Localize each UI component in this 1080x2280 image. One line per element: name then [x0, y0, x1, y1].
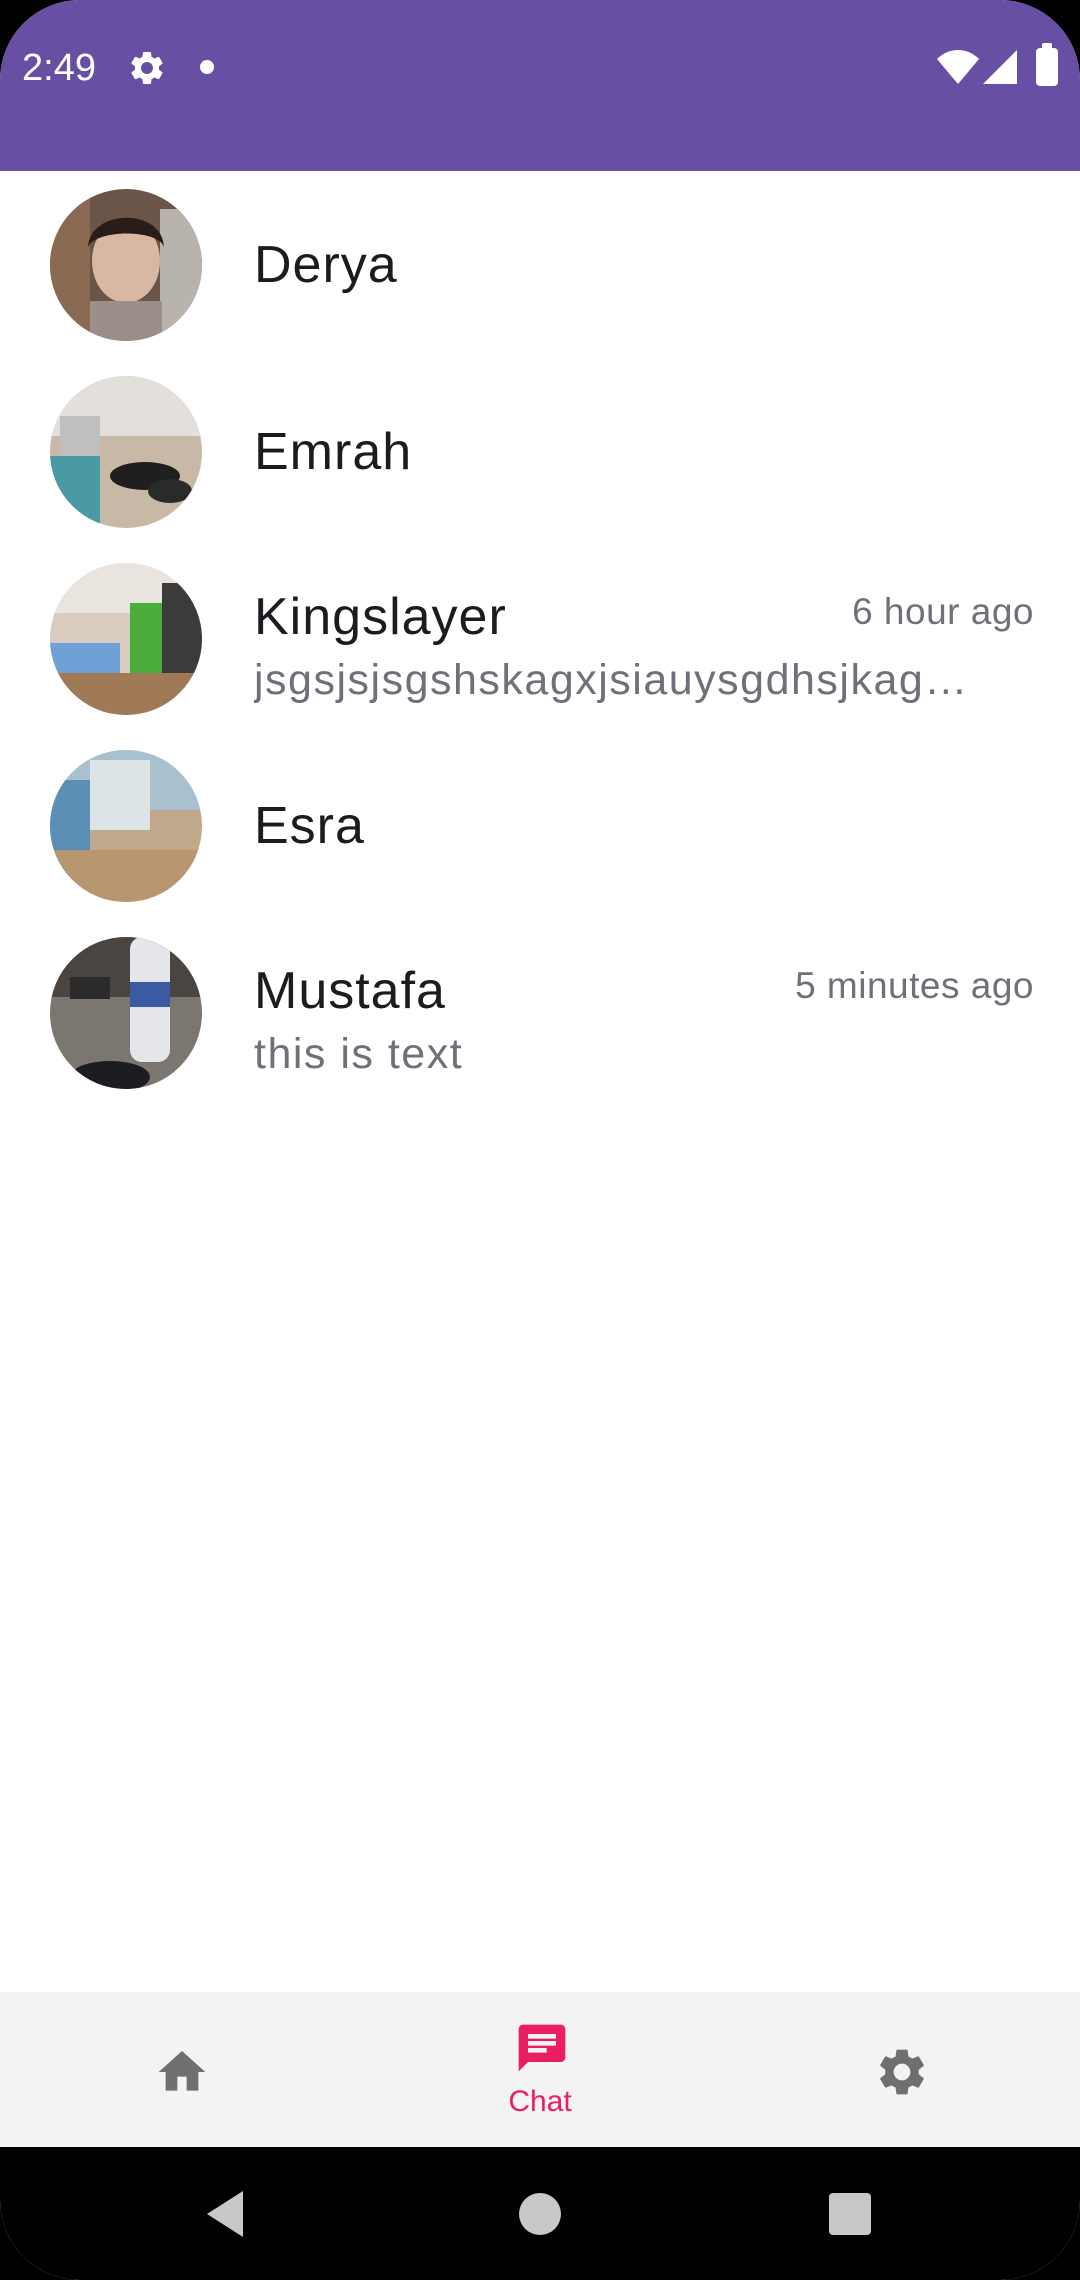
status-bar: 2:49: [0, 0, 1080, 171]
chat-list-item[interactable]: Emrah: [0, 358, 1080, 545]
battery-icon: [1036, 43, 1058, 86]
chat-timestamp: 5 minutes ago: [795, 965, 1034, 1006]
nav-tab-chat[interactable]: Chat: [360, 1992, 720, 2147]
status-time: 2:49: [22, 47, 96, 89]
system-navigation-bar: [0, 2147, 1080, 2280]
chat-list-item[interactable]: Kingslayer 6 hour ago jsgsjsjsgshskagxjs…: [0, 545, 1080, 732]
chat-list-item[interactable]: Esra: [0, 732, 1080, 919]
nav-label-chat: Chat: [508, 2085, 572, 2118]
chat-timestamp: 6 hour ago: [852, 591, 1034, 632]
avatar: [50, 750, 202, 902]
settings-icon: [880, 2049, 924, 2095]
home-circle-icon[interactable]: [519, 2193, 561, 2235]
recents-icon[interactable]: [829, 2193, 871, 2235]
chat-name: Emrah: [254, 423, 413, 481]
avatar: [50, 376, 202, 528]
nav-tab-settings[interactable]: [720, 1992, 1080, 2147]
gear-icon: [131, 51, 163, 84]
notification-dot-icon: [200, 60, 214, 74]
chat-list-item[interactable]: Mustafa 5 minutes ago this is text: [0, 919, 1080, 1106]
chat-name: Kingslayer: [254, 588, 507, 646]
chat-list-item[interactable]: Derya: [0, 171, 1080, 358]
signal-icon: [983, 50, 1017, 84]
avatar: [50, 937, 202, 1089]
chat-last-message: this is text: [254, 1030, 464, 1078]
home-icon: [158, 2051, 206, 2091]
wifi-icon: [937, 50, 979, 84]
chat-list: Derya Emrah Kingslayer 6 hour ago jsgsjs…: [0, 171, 1080, 1106]
chat-name: Esra: [254, 797, 365, 855]
back-icon[interactable]: [203, 2189, 247, 2239]
app-screen: 2:49 Derya Emrah Kingslayer 6 hour ago j…: [0, 0, 1080, 2280]
chat-icon: [518, 2024, 566, 2072]
chat-name: Derya: [254, 236, 398, 294]
nav-tab-home[interactable]: [0, 1992, 360, 2147]
avatar: [50, 563, 202, 715]
bottom-navigation: Chat: [0, 1992, 1080, 2147]
chat-last-message: jsgsjsjsgshskagxjsiauysgdhsjkagsjs: [254, 656, 974, 704]
avatar: [50, 189, 202, 341]
chat-name: Mustafa: [254, 962, 446, 1020]
